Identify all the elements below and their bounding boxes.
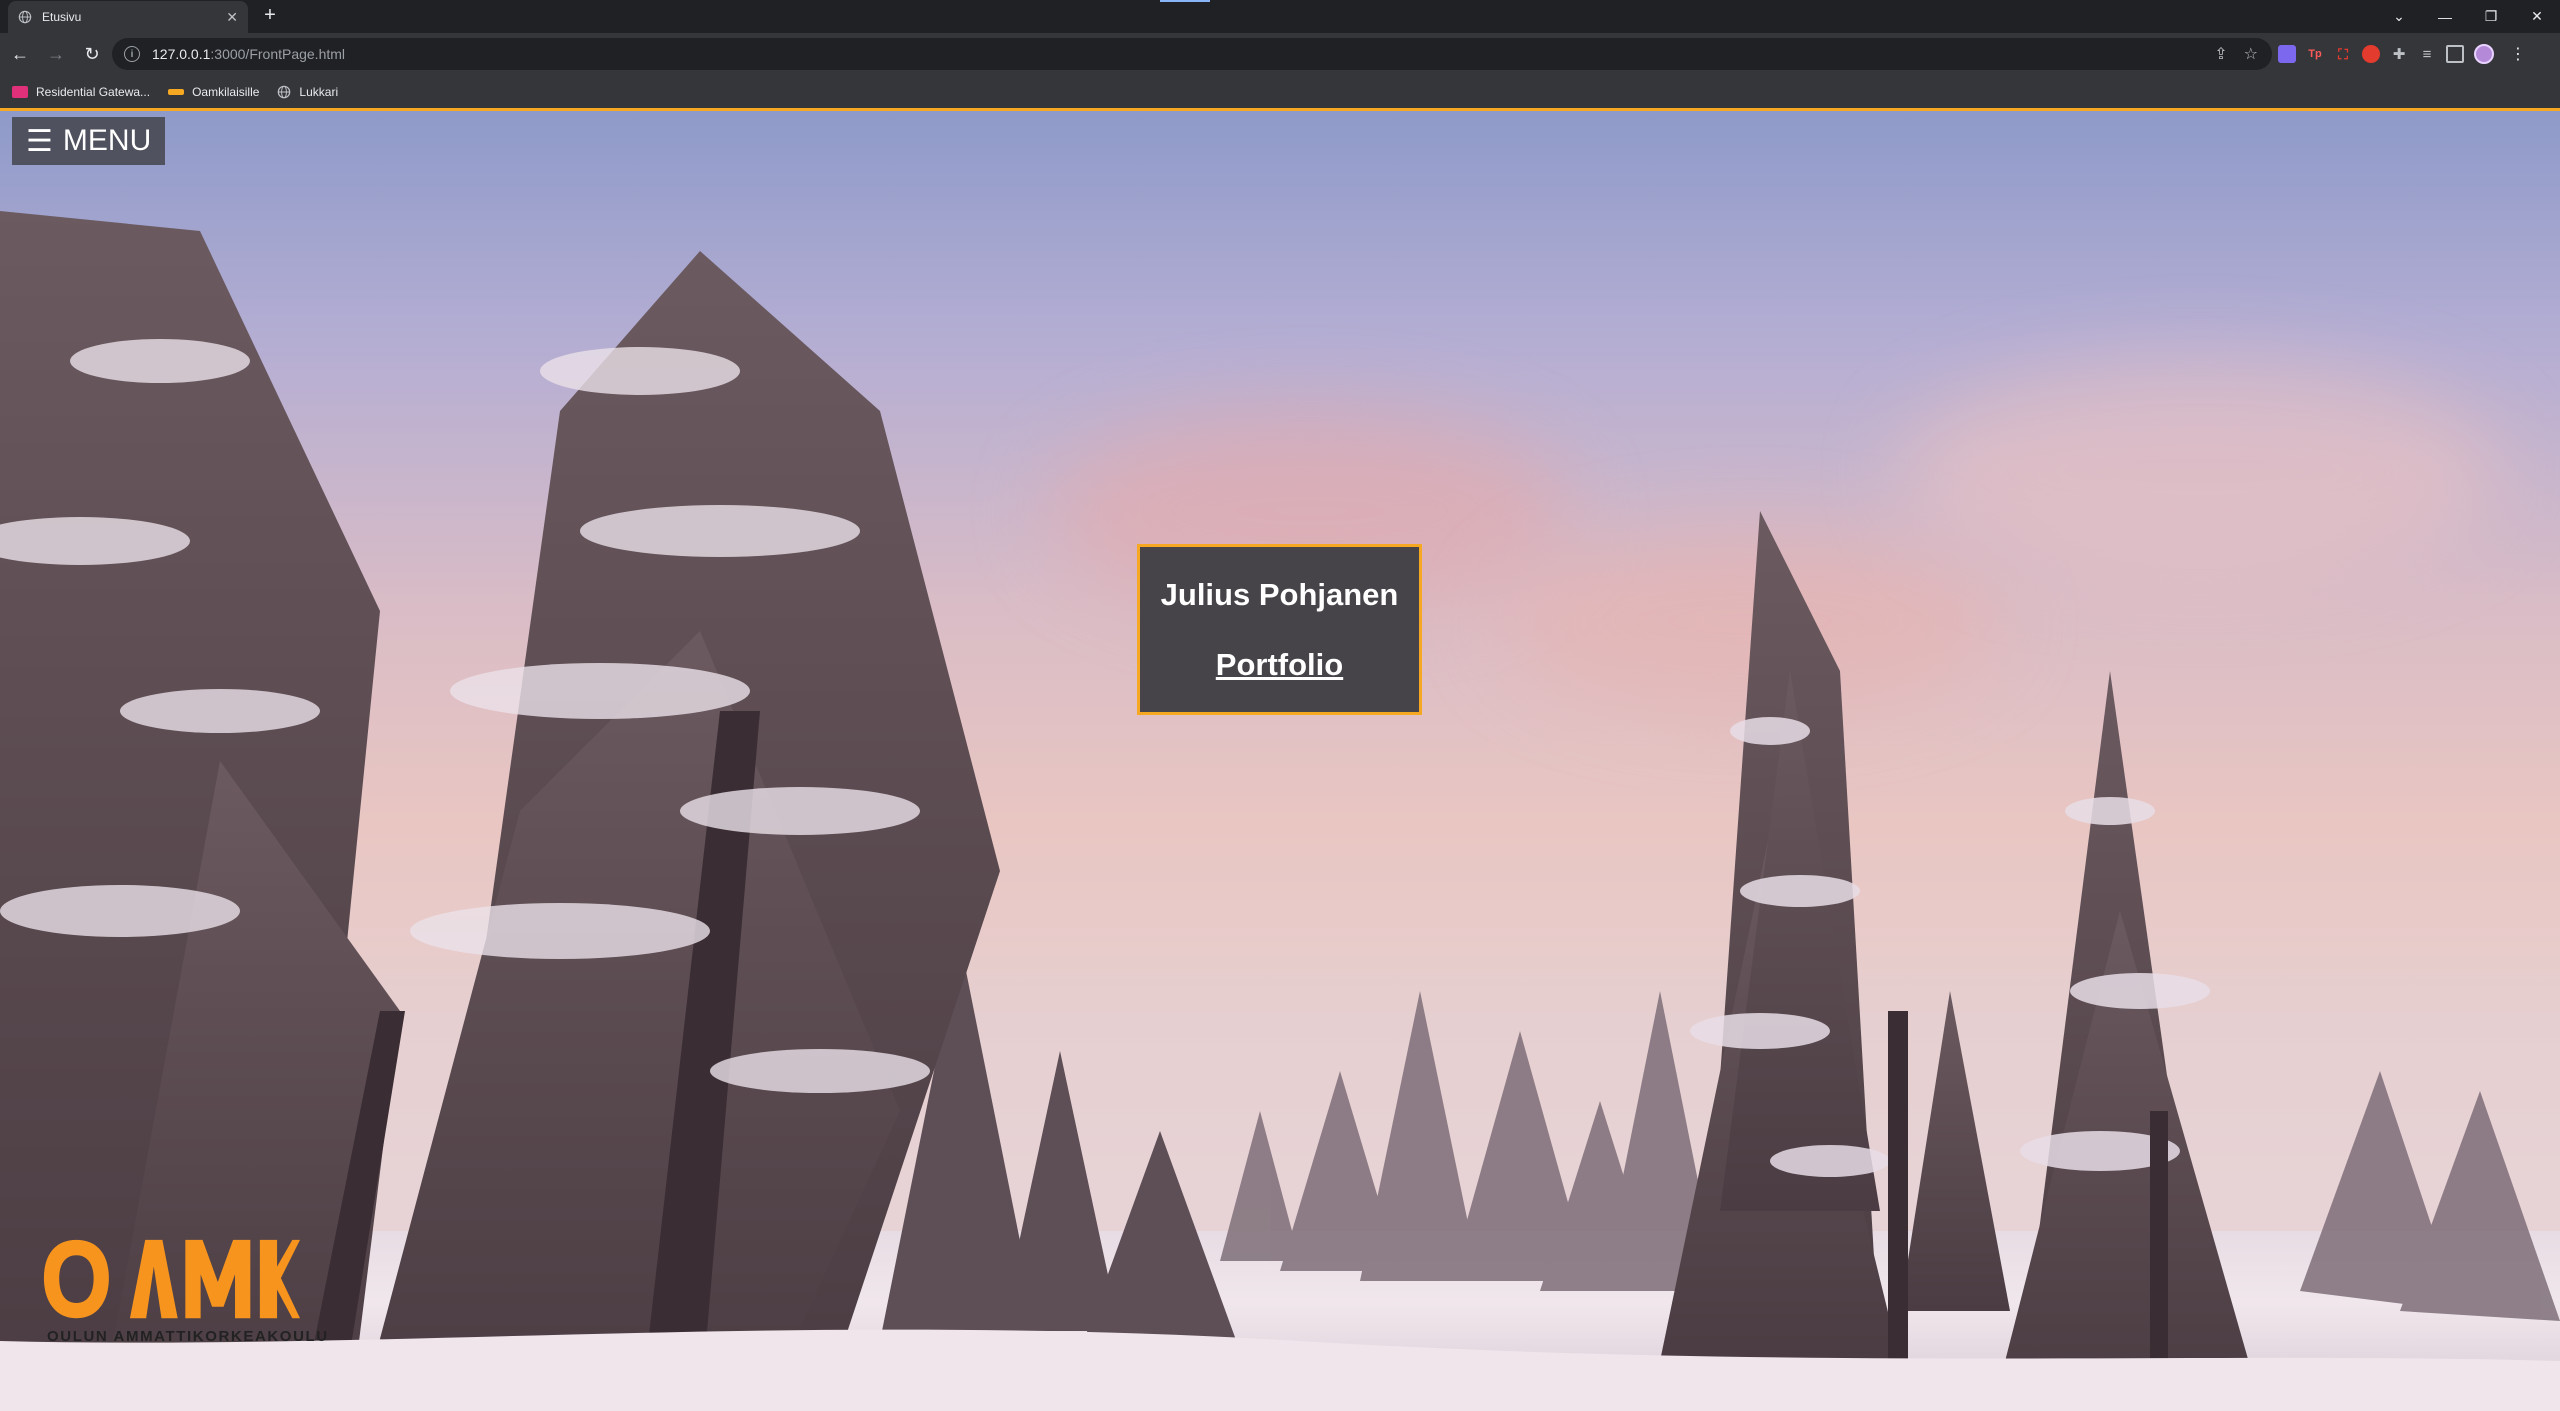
playlist-icon[interactable]: ≡ (2418, 45, 2436, 63)
page-viewport: ☰ MENU Julius Pohjanen Portfolio (0, 108, 2560, 1411)
new-tab-button[interactable]: + (258, 4, 282, 28)
url-path: :3000/FrontPage.html (210, 46, 346, 62)
logo-subtitle: OULUN AMMATTIKORKEAKOULU (47, 1328, 329, 1345)
menu-button[interactable]: ☰ MENU (12, 117, 166, 165)
oamk-logo (43, 1239, 300, 1319)
hero-card: Julius Pohjanen Portfolio (1137, 544, 1422, 715)
hero-name: Julius Pohjanen (1160, 576, 1399, 612)
tab-title: Etusivu (42, 10, 82, 24)
globe-icon (278, 85, 291, 98)
hamburger-icon: ☰ (26, 124, 53, 158)
globe-icon (18, 10, 32, 24)
more-options-icon[interactable]: ⋮ (2510, 44, 2526, 64)
site-info-icon[interactable]: i (124, 46, 140, 62)
oamk-bookmark-icon (168, 88, 185, 95)
sidepanel-icon[interactable] (2446, 45, 2464, 63)
tab-strip: Etusivu ✕ + ⌄ — ❐ ✕ (0, 0, 2560, 33)
url-host: 127.0.0.1 (152, 46, 211, 62)
extension-record-icon[interactable] (2362, 45, 2380, 63)
puzzle-icon[interactable]: ✚ (2390, 45, 2408, 63)
bookmark-oamkilaisille[interactable]: Oamkilaisille (168, 85, 259, 99)
menu-label: MENU (62, 124, 152, 157)
extensions-area: Tp ⛶ ✚ ≡ ⋮ (2278, 38, 2526, 70)
share-icon[interactable]: ⇪ (2214, 44, 2227, 64)
minimize-icon[interactable]: — (2422, 0, 2468, 33)
bookmark-label: Lukkari (299, 84, 339, 99)
close-icon[interactable]: ✕ (226, 9, 238, 26)
tab-search-icon[interactable]: ⌄ (2376, 0, 2422, 33)
extension-pdf-icon[interactable]: ⛶ (2334, 45, 2352, 63)
extension-shield-icon[interactable] (2278, 45, 2296, 63)
bookmark-icon (12, 85, 28, 98)
portfolio-link[interactable]: Portfolio (1216, 647, 1343, 683)
extension-tp-icon[interactable]: Tp (2306, 45, 2324, 63)
bookmarks-bar: Residential Gatewa... Oamkilaisille Lukk… (0, 75, 2560, 108)
reload-icon[interactable]: ↻ (76, 38, 108, 70)
address-bar[interactable]: i 127.0.0.1:3000/FrontPage.html ⇪ ☆ (112, 38, 2272, 70)
tab-search-indicator (1160, 0, 1210, 2)
back-icon[interactable]: ← (4, 38, 36, 70)
bookmark-label: Residential Gatewa... (36, 84, 151, 99)
forward-icon[interactable]: → (40, 38, 72, 70)
restore-icon[interactable]: ❐ (2468, 0, 2514, 33)
window-controls: ⌄ — ❐ ✕ (2376, 0, 2560, 33)
bookmark-lukkari[interactable]: Lukkari (277, 85, 338, 99)
bookmark-residential-gateway[interactable]: Residential Gatewa... (12, 85, 150, 99)
bookmark-label: Oamkilaisille (192, 84, 260, 99)
snowy-forest-image (0, 211, 2560, 1411)
close-window-icon[interactable]: ✕ (2514, 0, 2560, 33)
browser-toolbar: ← → ↻ i 127.0.0.1:3000/FrontPage.html ⇪ … (0, 33, 2560, 75)
tab-etusivu[interactable]: Etusivu ✕ (8, 1, 248, 33)
profile-avatar[interactable] (2474, 44, 2494, 64)
bookmark-star-icon[interactable]: ☆ (2244, 44, 2258, 64)
